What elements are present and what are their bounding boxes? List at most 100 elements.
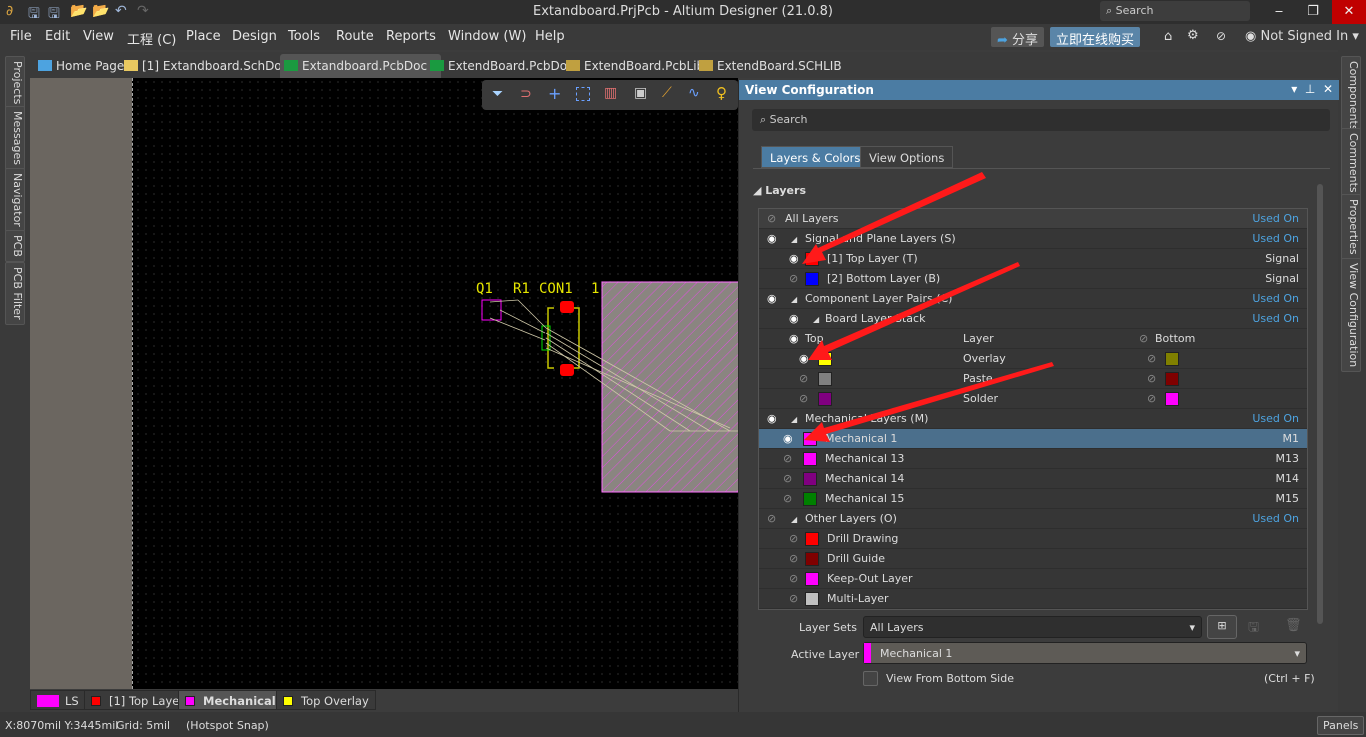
panels-button[interactable]: Panels (1317, 716, 1365, 735)
panel-tab-navigator[interactable]: Navigator (5, 168, 25, 232)
eye-icon[interactable]: ◉ (767, 292, 777, 305)
save-layer-set-icon[interactable]: 🖫 (1248, 618, 1259, 640)
share-button[interactable]: ➦ 分享 (991, 27, 1045, 48)
restore-button[interactable]: ❐ (1296, 0, 1330, 24)
menu-item[interactable]: Window (W) (448, 29, 526, 44)
close-button[interactable]: ✕ (1332, 0, 1366, 24)
active-layer-dropdown[interactable]: Mechanical 1 ▾ (863, 642, 1307, 664)
layer-color-swatch[interactable] (805, 572, 819, 586)
snap-magnet-icon[interactable]: ⊃ (520, 86, 532, 102)
eye-hidden-icon[interactable]: ⊘ (783, 452, 792, 465)
eye-hidden-icon[interactable]: ⊘ (783, 492, 792, 505)
layer-row[interactable]: ◉ ◢ Signal and Plane Layers (S) Used On (759, 229, 1307, 249)
gear-icon[interactable]: ⚙ (1187, 28, 1199, 43)
eye-hidden-icon[interactable]: ⊘ (789, 572, 798, 585)
layer-color-swatch[interactable] (803, 472, 817, 486)
menu-item[interactable]: Route (336, 29, 374, 44)
layer-color-swatch[interactable] (805, 592, 819, 606)
menu-item[interactable]: File (10, 29, 32, 44)
eye-hidden-icon[interactable]: ⊘ (799, 372, 808, 385)
layer-sets-dropdown[interactable]: All Layers ▾ (863, 616, 1202, 638)
crosshair-icon[interactable]: + (548, 84, 561, 103)
bottom-layer-color-swatch[interactable] (1165, 352, 1179, 366)
eye-hidden-icon[interactable]: ⊘ (1139, 332, 1148, 345)
eye-hidden-icon[interactable]: ⊘ (767, 212, 776, 225)
layer-row[interactable]: ⊘ All Layers Used On (759, 209, 1307, 229)
menu-item[interactable]: 工程 (C) (127, 29, 176, 48)
layer-row[interactable]: ⊘ ◢ Other Layers (O) Used On (759, 509, 1307, 529)
buy-online-button[interactable]: 立即在线购买 (1050, 27, 1141, 48)
eye-hidden-icon[interactable]: ⊘ (789, 532, 798, 545)
eye-hidden-icon[interactable]: ⊘ (789, 272, 798, 285)
menu-item[interactable]: Help (535, 29, 565, 44)
route-icon[interactable]: ⟋ (662, 85, 672, 101)
expand-icon[interactable]: ◢ (791, 235, 797, 244)
eye-hidden-icon[interactable]: ⊘ (1147, 392, 1156, 405)
layer-color-swatch[interactable] (805, 532, 819, 546)
layer-tab[interactable]: LS (30, 690, 86, 710)
expand-icon[interactable]: ◢ (813, 315, 819, 324)
add-layer-set-button[interactable]: ⊞ (1207, 615, 1237, 639)
notifications-off-icon[interactable]: ⊘ (1216, 29, 1226, 43)
layer-row[interactable]: ◉ ◢ Component Layer Pairs (C) Used On (759, 289, 1307, 309)
menu-item[interactable]: Reports (386, 29, 436, 44)
layer-row[interactable]: ⊘ Mechanical 15 M15 (759, 489, 1307, 509)
layer-row[interactable]: ◉ ◢ Board Layer Stack Used On (759, 309, 1307, 329)
minimize-button[interactable]: ‒ (1262, 0, 1296, 24)
eye-icon[interactable]: ◉ (789, 252, 799, 265)
layer-color-swatch[interactable] (803, 492, 817, 506)
menu-item[interactable]: Edit (45, 29, 70, 44)
layer-color-swatch[interactable] (805, 252, 819, 266)
top-layer-color-swatch[interactable] (818, 372, 832, 386)
menu-item[interactable]: Place (186, 29, 221, 44)
layer-row[interactable]: ⊘ Solder ⊘ (759, 389, 1307, 409)
top-layer-color-swatch[interactable] (818, 392, 832, 406)
panel-scrollbar[interactable] (1317, 184, 1323, 624)
delete-icon[interactable]: 🗑 (1285, 618, 1302, 633)
eye-hidden-icon[interactable]: ⊘ (789, 552, 798, 565)
layer-row[interactable]: ◉ Top Layer ⊘ Bottom (759, 329, 1307, 349)
eye-icon[interactable]: ◉ (789, 312, 799, 325)
filter-icon[interactable]: ⏷ (492, 86, 503, 102)
align-icon[interactable]: ▥ (604, 85, 617, 101)
global-search[interactable]: ⌕ Search (1100, 1, 1250, 21)
eye-icon[interactable]: ◉ (767, 412, 777, 425)
top-layer-color-swatch[interactable] (818, 352, 832, 366)
doc-tab[interactable]: [1] Extandboard.SchDoc * (120, 54, 302, 78)
eye-icon[interactable]: ◉ (799, 352, 809, 365)
layer-row[interactable]: ⊘ Multi-Layer (759, 589, 1307, 609)
menu-item[interactable]: View (83, 29, 114, 44)
layer-tab[interactable]: [1] Top Layer (84, 690, 192, 710)
panel-tab-pcb[interactable]: PCB (5, 230, 25, 262)
eye-hidden-icon[interactable]: ⊘ (1147, 372, 1156, 385)
eye-hidden-icon[interactable]: ⊘ (1147, 352, 1156, 365)
home-icon[interactable]: ⌂ (1164, 29, 1172, 44)
menu-item[interactable]: Design (232, 29, 277, 44)
layers-section-header[interactable]: ◢ Layers (753, 184, 806, 197)
doc-tab[interactable]: ExtendBoard.PcbDoc (426, 54, 578, 78)
expand-icon[interactable]: ◢ (791, 415, 797, 424)
tab-view-options[interactable]: View Options (860, 146, 954, 168)
doc-tab[interactable]: ExtendBoard.PcbLib (562, 54, 708, 78)
layer-row[interactable]: ◉ Overlay ⊘ (759, 349, 1307, 369)
pcb-canvas[interactable]: Q1 R1 CON1 1 ⏷ ⊃ + ▥ ▣ ⟋ ∿ ♀ (30, 78, 738, 689)
layer-row[interactable]: ◉ ◢ Mechanical Layers (M) Used On (759, 409, 1307, 429)
bottom-layer-color-swatch[interactable] (1165, 392, 1179, 406)
user-menu[interactable]: ◉ Not Signed In ▾ (1245, 29, 1359, 44)
layer-color-swatch[interactable] (805, 272, 819, 286)
layer-row[interactable]: ⊘ Drill Guide (759, 549, 1307, 569)
layer-search-input[interactable]: ⌕ Search (752, 109, 1330, 131)
layer-color-swatch[interactable] (803, 452, 817, 466)
layer-row[interactable]: ⊘ Drill Drawing (759, 529, 1307, 549)
panel-tab-pcb-filter[interactable]: PCB Filter (5, 262, 25, 325)
layer-row[interactable]: ⊘ Keep-Out Layer (759, 569, 1307, 589)
layer-row[interactable]: ⊘ Mechanical 13 M13 (759, 449, 1307, 469)
place-pad-icon[interactable]: ♀ (716, 84, 727, 102)
panel-tab-view-configuration[interactable]: View Configuration (1341, 258, 1361, 373)
layer-row[interactable]: ⊘ [2] Bottom Layer (B) Signal (759, 269, 1307, 289)
menu-item[interactable]: Tools (288, 29, 320, 44)
panel-tab-comments[interactable]: Comments (1341, 128, 1361, 198)
layer-color-swatch[interactable] (805, 552, 819, 566)
layer-row[interactable]: ◉ [1] Top Layer (T) Signal (759, 249, 1307, 269)
panel-tab-components[interactable]: Components (1341, 56, 1361, 136)
